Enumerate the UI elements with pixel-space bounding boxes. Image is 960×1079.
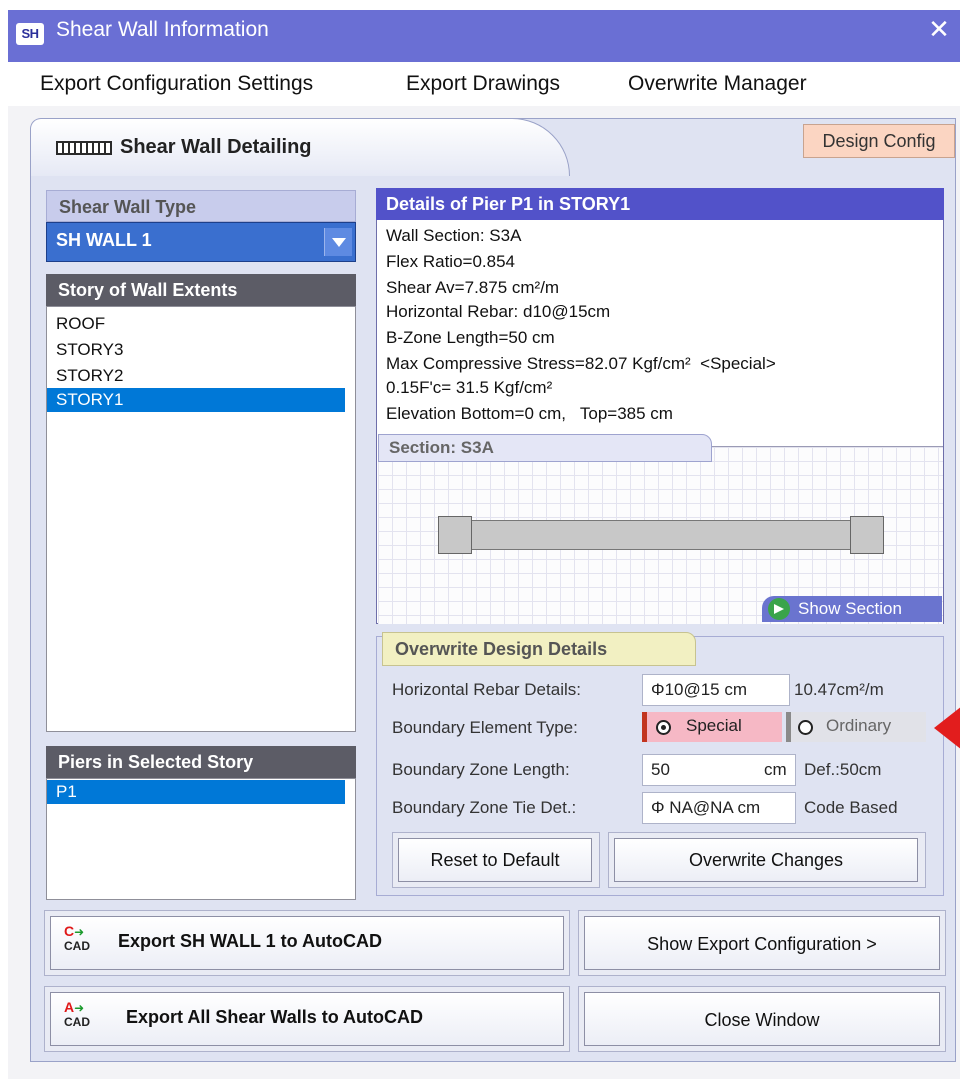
list-item[interactable]: STORY3 [56, 340, 123, 360]
detail-line: Elevation Bottom=0 cm, Top=385 cm [386, 404, 673, 423]
cad-icon-letter: C [64, 923, 75, 939]
radio-unselected-icon[interactable] [798, 720, 813, 735]
reset-to-default-button[interactable]: Reset to Default [398, 838, 592, 882]
app-logo-icon: SH [16, 23, 44, 45]
cad-icon-label: CAD [64, 939, 90, 953]
list-item-selected[interactable]: P1 [47, 780, 345, 804]
story-extents-label: Story of Wall Extents [46, 274, 356, 306]
shear-wall-type-value: SH WALL 1 [56, 230, 152, 250]
cad-icon-label: CAD [64, 1015, 90, 1029]
zone-length-unit: cm [764, 760, 787, 779]
zone-length-note: Def.:50cm [804, 760, 882, 779]
details-header: Details of Pier P1 in STORY1 [376, 188, 944, 220]
menu-overwrite-manager[interactable]: Overwrite Manager [628, 72, 807, 96]
export-all-label: Export All Shear Walls to AutoCAD [126, 1007, 424, 1027]
list-item-selected[interactable]: STORY1 [47, 388, 345, 412]
wall-section-web [470, 520, 852, 550]
design-config-button[interactable]: Design Config [803, 124, 955, 158]
menu-export-drawings[interactable]: Export Drawings [406, 72, 560, 96]
boundary-ordinary-label: Ordinary [826, 716, 892, 735]
cad-icon-letter: A [64, 999, 75, 1015]
horizontal-rebar-label: Horizontal Rebar Details: [392, 680, 581, 699]
wall-section-boundary-right [850, 516, 884, 554]
arrow-right-icon [768, 598, 790, 620]
zone-tie-label: Boundary Zone Tie Det.: [392, 798, 577, 817]
detail-line: Wall Section: S3A [386, 226, 522, 245]
horizontal-rebar-note: 10.47cm²/m [794, 680, 884, 699]
detail-line: B-Zone Length=50 cm [386, 328, 555, 347]
zone-tie-field[interactable]: Φ NA@NA cm [642, 792, 796, 824]
detail-line: Flex Ratio=0.854 [386, 252, 515, 271]
detail-line: Shear Av=7.875 cm²/m [386, 278, 560, 297]
overwrite-changes-button[interactable]: Overwrite Changes [614, 838, 918, 882]
list-item[interactable]: ROOF [56, 314, 105, 334]
export-wall-label: Export SH WALL 1 to AutoCAD [118, 931, 382, 951]
radio-selected-icon[interactable] [656, 720, 671, 735]
chevron-down-icon[interactable] [324, 228, 352, 256]
boundary-type-label: Boundary Element Type: [392, 718, 578, 737]
wall-icon [56, 141, 112, 155]
detail-line: Max Compressive Stress=82.07 Kgf/cm² <Sp… [386, 354, 776, 373]
menu-export-configuration-settings[interactable]: Export Configuration Settings [40, 72, 313, 96]
shear-wall-type-label: Shear Wall Type [46, 190, 356, 222]
window-title: Shear Wall Information [56, 18, 269, 41]
detailing-title: Shear Wall Detailing [120, 136, 312, 158]
overwrite-title: Overwrite Design Details [382, 632, 696, 666]
detail-line: 0.15F'c= 31.5 Kgf/cm² [386, 378, 553, 397]
boundary-special-label: Special [686, 716, 742, 735]
section-tab[interactable]: Section: S3A [378, 434, 712, 462]
horizontal-rebar-field[interactable]: Φ10@15 cm [642, 674, 790, 706]
list-item[interactable]: STORY2 [56, 366, 123, 386]
close-icon[interactable]: ✕ [924, 14, 954, 44]
show-export-configuration-button[interactable]: Show Export Configuration > [584, 916, 940, 970]
export-all-cad-icon: A➜ CAD [64, 999, 90, 1029]
detail-line: Horizontal Rebar: d10@15cm [386, 302, 611, 321]
red-pointer-arrow-icon [934, 706, 960, 750]
export-cad-icon: C➜ CAD [64, 923, 90, 953]
close-window-button[interactable]: Close Window [584, 992, 940, 1046]
wall-section-boundary-left [438, 516, 472, 554]
piers-label: Piers in Selected Story [46, 746, 356, 778]
zone-length-label: Boundary Zone Length: [392, 760, 570, 779]
zone-tie-note: Code Based [804, 798, 898, 817]
